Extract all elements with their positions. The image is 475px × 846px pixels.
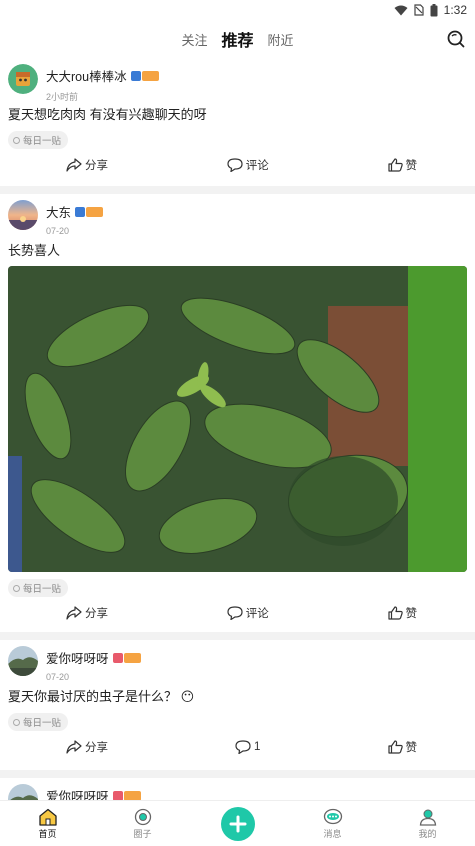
comment-button[interactable]: 1: [235, 740, 260, 754]
thumbs-up-icon: [387, 158, 403, 172]
wifi-icon: [394, 5, 408, 15]
post-card[interactable]: 大大rou棒棒冰 2小时前 夏天想吃肉肉 有没有兴趣聊天的呀 每日一贴 分享 评…: [0, 58, 475, 186]
top-nav: 关注 推荐 附近: [0, 20, 475, 58]
post-header: 爱你呀呀呀: [8, 784, 467, 800]
nav-circle-label: 圈子: [133, 828, 152, 839]
nav-profile[interactable]: 我的: [398, 808, 458, 840]
post-time: 2小时前: [46, 92, 79, 102]
search-icon[interactable]: [445, 28, 467, 50]
post-header: 大东 07-20: [8, 200, 467, 238]
create-post-button[interactable]: [220, 806, 255, 841]
bottom-nav: 首页 圈子 消息 我的: [0, 800, 475, 846]
post-photo[interactable]: [8, 266, 467, 572]
like-button[interactable]: 赞: [387, 605, 418, 621]
share-button[interactable]: 分享: [66, 157, 108, 173]
post-card[interactable]: 爱你呀呀呀: [0, 778, 475, 800]
share-icon: [66, 740, 82, 754]
feed-list: 大大rou棒棒冰 2小时前 夏天想吃肉肉 有没有兴趣聊天的呀 每日一贴 分享 评…: [0, 58, 475, 800]
share-label: 分享: [85, 160, 108, 172]
feed-tabs: 关注 推荐 附近: [0, 20, 475, 58]
like-button[interactable]: 赞: [387, 739, 418, 755]
comment-icon: [227, 158, 243, 172]
vip-badge: [75, 206, 104, 217]
message-icon: [323, 808, 342, 824]
nav-messages-label: 消息: [323, 828, 342, 839]
plus-icon: [229, 815, 246, 832]
topic-tag[interactable]: 每日一贴: [8, 131, 69, 149]
post-card[interactable]: 大东 07-20 长势喜人 每日一贴 分享 评论 赞: [0, 194, 475, 632]
avatar[interactable]: [8, 646, 38, 676]
comment-label: 评论: [245, 608, 269, 620]
post-time: 07-20: [46, 672, 70, 682]
nav-messages[interactable]: 消息: [303, 808, 363, 840]
tab-following[interactable]: 关注: [181, 30, 207, 49]
nav-home[interactable]: 首页: [18, 808, 78, 840]
thumbs-up-icon: [387, 606, 403, 620]
share-icon: [66, 158, 82, 172]
username[interactable]: 大大rou棒棒冰: [46, 66, 127, 85]
share-label: 分享: [85, 608, 108, 620]
comment-button[interactable]: 评论: [227, 605, 269, 621]
topic-tag-label: 每日一贴: [23, 718, 62, 729]
post-text: 长势喜人: [8, 243, 61, 258]
vip-badge: [112, 790, 141, 800]
post-actions: 分享 评论 赞: [8, 149, 467, 181]
tab-recommended[interactable]: 推荐: [221, 27, 253, 51]
nav-circle[interactable]: 圈子: [113, 808, 173, 840]
share-icon: [66, 606, 82, 620]
vip-badge: [112, 652, 141, 663]
avatar[interactable]: [8, 784, 38, 800]
topic-tag-label: 每日一贴: [23, 136, 62, 147]
topic-tag[interactable]: 每日一贴: [8, 713, 69, 731]
profile-icon: [419, 809, 436, 826]
post-time: 07-20: [46, 226, 70, 236]
comment-button[interactable]: 评论: [227, 157, 269, 173]
comment-icon: [227, 606, 243, 620]
clock-text: 1:32: [443, 3, 467, 17]
like-button[interactable]: 赞: [387, 157, 418, 173]
topic-tag-label: 每日一贴: [23, 584, 62, 595]
post-text: 夏天你最讨厌的虫子是什么？ 😶: [8, 689, 195, 704]
like-label: 赞: [405, 160, 418, 172]
username[interactable]: 大东: [46, 202, 71, 221]
username[interactable]: 爱你呀呀呀: [46, 648, 109, 667]
username[interactable]: 爱你呀呀呀: [46, 786, 109, 800]
nav-create[interactable]: [208, 806, 268, 841]
tag-dot-icon: [13, 718, 20, 726]
plant-photo: [8, 266, 467, 572]
circle-icon: [134, 808, 151, 825]
like-label: 赞: [405, 742, 418, 754]
comment-count: 1: [254, 741, 261, 753]
avatar[interactable]: [8, 200, 38, 230]
post-actions: 分享 1 赞: [8, 731, 467, 763]
post-actions: 分享 评论 赞: [8, 597, 467, 629]
share-label: 分享: [85, 742, 108, 754]
post-header: 大大rou棒棒冰 2小时前: [8, 64, 467, 102]
battery-icon: [430, 3, 438, 16]
topic-tag[interactable]: 每日一贴: [8, 579, 69, 597]
share-button[interactable]: 分享: [66, 739, 108, 755]
share-button[interactable]: 分享: [66, 605, 108, 621]
post-header: 爱你呀呀呀 07-20: [8, 646, 467, 684]
comment-label: 评论: [245, 160, 269, 172]
like-label: 赞: [405, 608, 418, 620]
tab-nearby[interactable]: 附近: [268, 30, 294, 49]
status-bar: 1:32: [0, 0, 475, 20]
vip-badge: [130, 70, 159, 81]
post-card[interactable]: 爱你呀呀呀 07-20 夏天你最讨厌的虫子是什么？ 😶 每日一贴 分享 1 赞: [0, 640, 475, 770]
thumbs-up-icon: [387, 740, 403, 754]
comment-icon: [235, 740, 251, 754]
tag-dot-icon: [13, 584, 20, 592]
nav-home-label: 首页: [38, 828, 57, 839]
post-text: 夏天想吃肉肉 有没有兴趣聊天的呀: [8, 107, 207, 122]
home-icon: [38, 808, 57, 826]
nav-profile-label: 我的: [418, 828, 437, 839]
no-sim-icon: [414, 4, 424, 16]
avatar[interactable]: [8, 64, 38, 94]
tag-dot-icon: [13, 136, 20, 144]
